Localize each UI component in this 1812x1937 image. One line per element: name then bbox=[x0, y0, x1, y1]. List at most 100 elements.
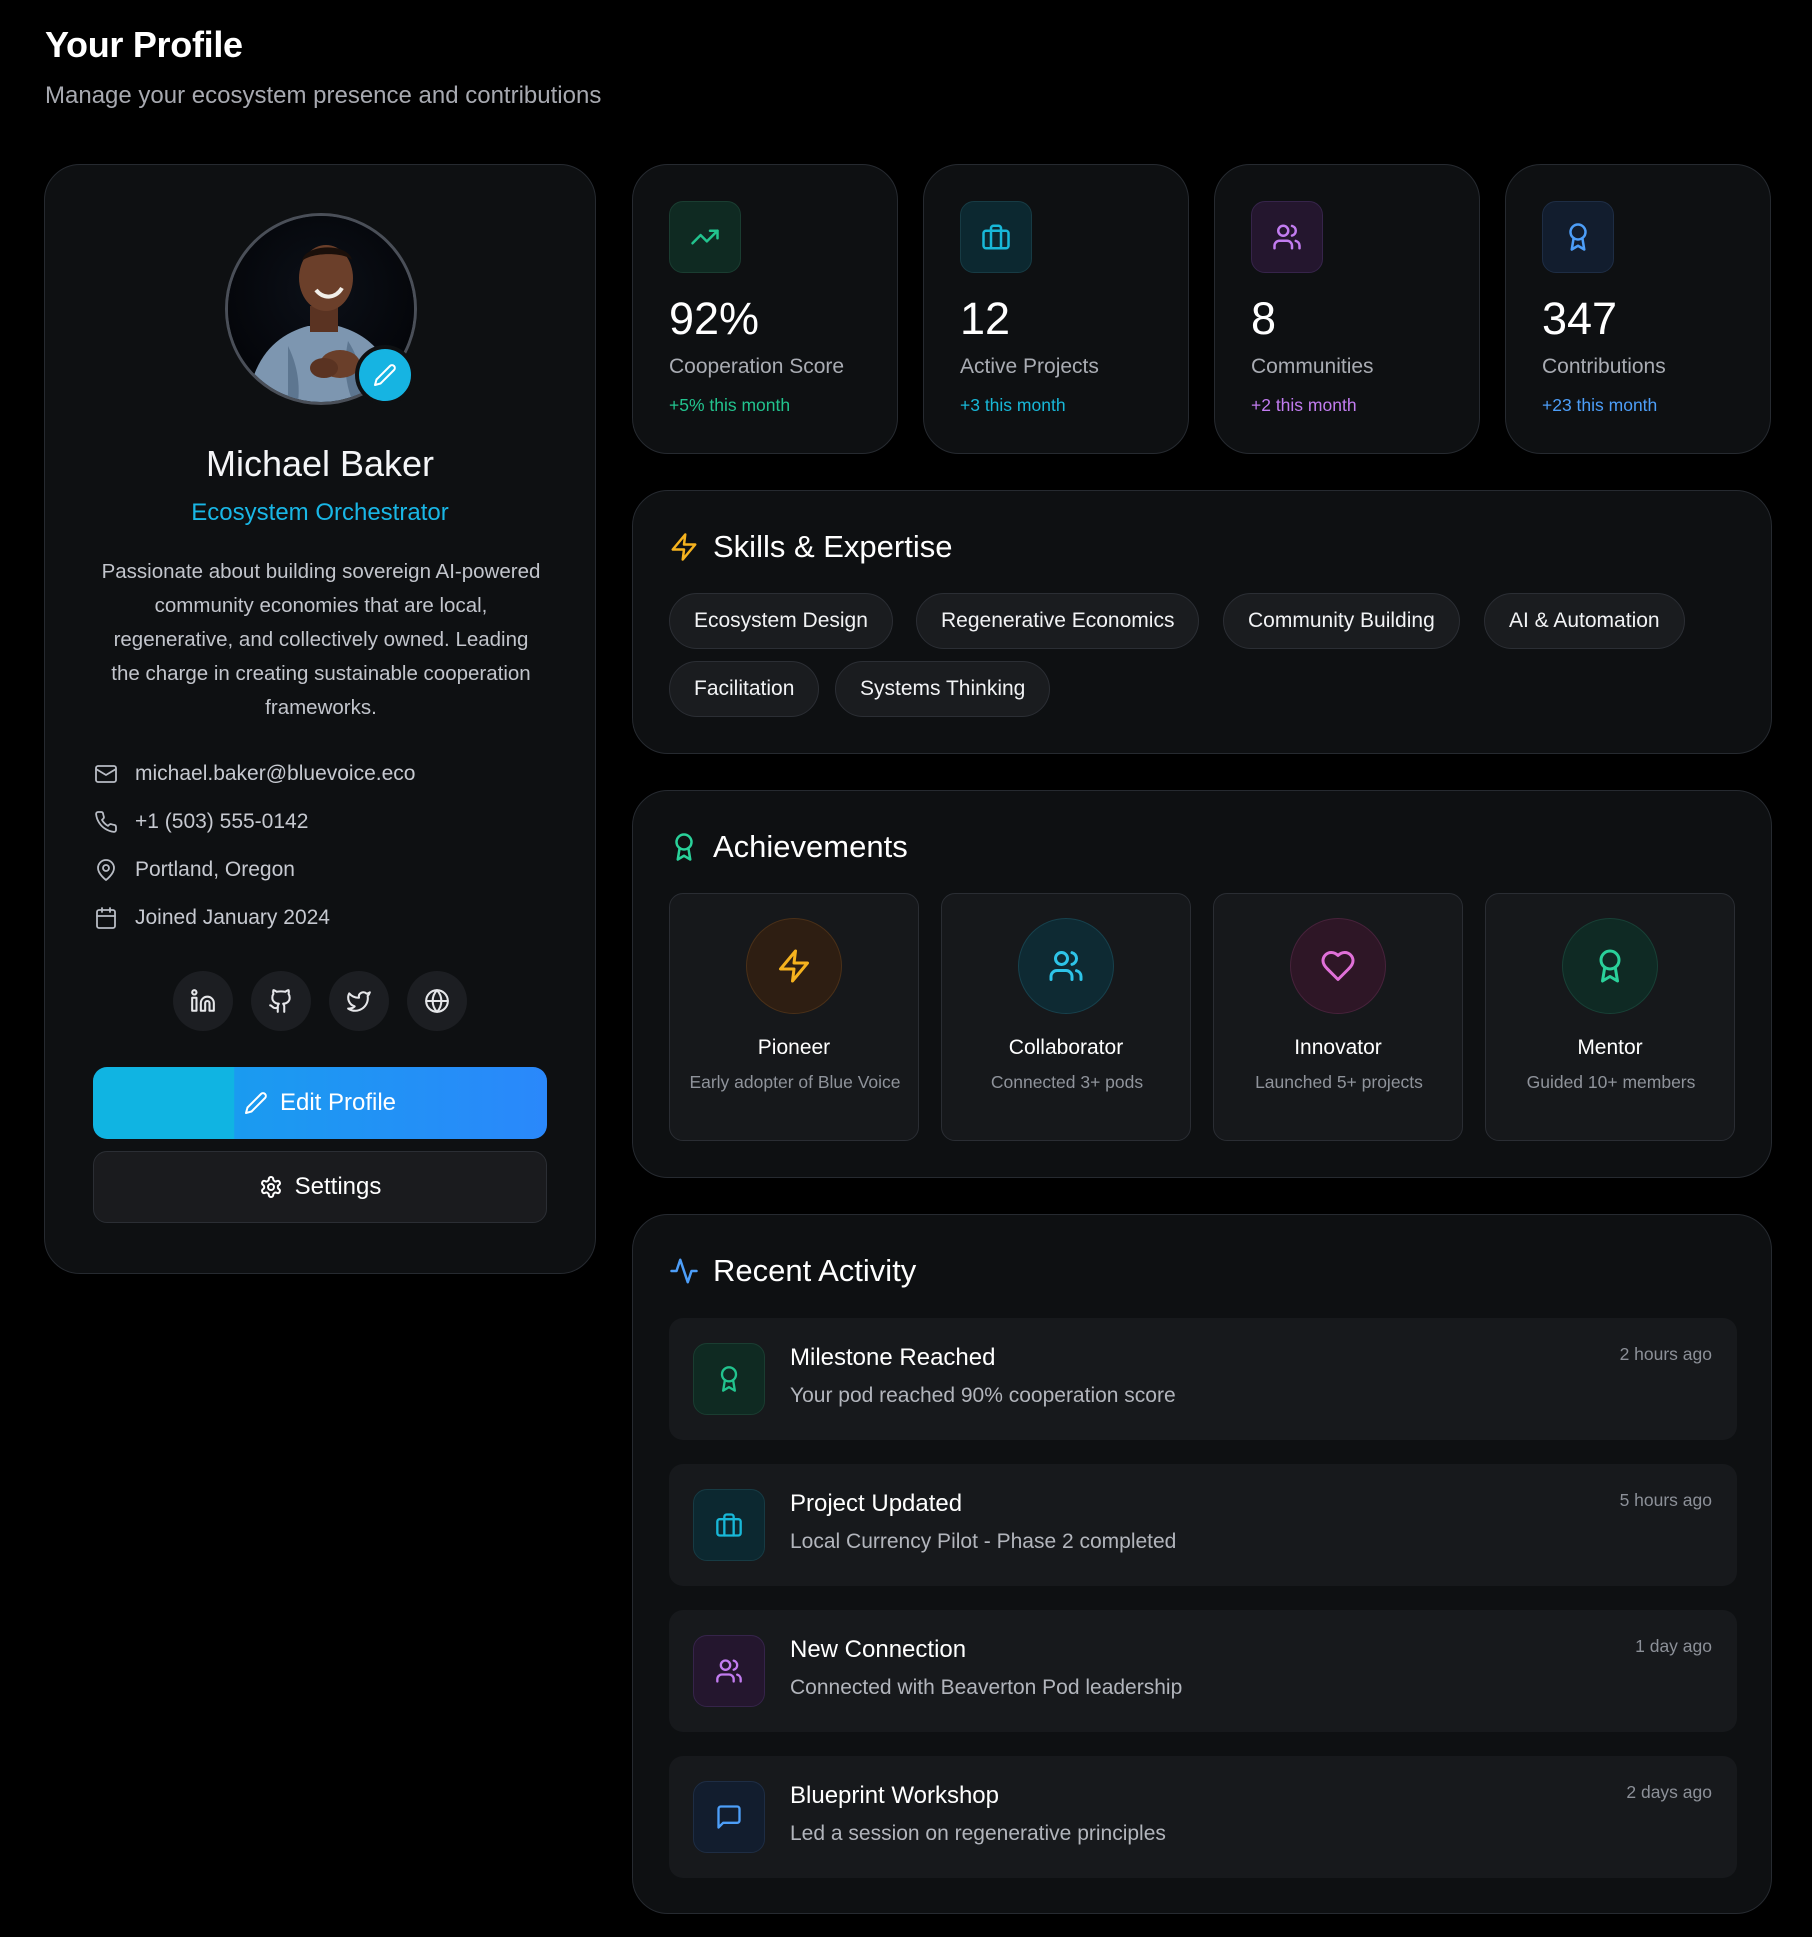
achievement-innovator[interactable]: Innovator Launched 5+ projects bbox=[1213, 893, 1463, 1141]
stat-card-contributions: 347 Contributions +23 this month bbox=[1505, 164, 1771, 454]
activity-item[interactable]: Project Updated Local Currency Pilot - P… bbox=[669, 1464, 1737, 1586]
edit-avatar-button[interactable] bbox=[355, 345, 415, 405]
achievement-pioneer[interactable]: Pioneer Early adopter of Blue Voice bbox=[669, 893, 919, 1141]
pencil-icon bbox=[244, 1091, 268, 1115]
users-icon bbox=[1018, 918, 1114, 1014]
edit-profile-label: Edit Profile bbox=[279, 1089, 397, 1116]
briefcase-icon bbox=[960, 201, 1032, 273]
stat-value: 347 bbox=[1542, 293, 1618, 344]
contact-phone[interactable]: +1 (503) 555-0142 bbox=[93, 807, 308, 837]
achievement-mentor[interactable]: Mentor Guided 10+ members bbox=[1485, 893, 1735, 1141]
stat-card-cooperation: 92% Cooperation Score +5% this month bbox=[632, 164, 898, 454]
activity-item-title: New Connection bbox=[790, 1636, 967, 1663]
skills-title: Skills & Expertise bbox=[669, 529, 952, 565]
skill-pill[interactable]: Facilitation bbox=[669, 661, 820, 717]
achievement-name: Mentor bbox=[1577, 1036, 1643, 1059]
page-subtitle: Manage your ecosystem presence and contr… bbox=[45, 82, 602, 109]
contact-email[interactable]: michael.baker@bluevoice.eco bbox=[93, 759, 415, 789]
achievement-name: Collaborator bbox=[1008, 1036, 1124, 1059]
activity-item-title: Project Updated bbox=[790, 1490, 963, 1517]
gear-icon bbox=[259, 1175, 283, 1199]
activity-icon bbox=[669, 1256, 699, 1286]
award-icon bbox=[1542, 201, 1614, 273]
activity-item-desc: Connected with Beaverton Pod leadership bbox=[790, 1676, 1183, 1699]
activity-item[interactable]: New Connection Connected with Beaverton … bbox=[669, 1610, 1737, 1732]
zap-icon bbox=[746, 918, 842, 1014]
profile-role: Ecosystem Orchestrator bbox=[191, 499, 449, 526]
zap-icon bbox=[669, 532, 699, 562]
award-icon bbox=[669, 832, 699, 862]
achievement-desc: Connected 3+ pods bbox=[990, 1072, 1144, 1092]
achievements-title: Achievements bbox=[669, 829, 908, 865]
skill-pill[interactable]: AI & Automation bbox=[1484, 593, 1685, 649]
contact-joined: Joined January 2024 bbox=[93, 903, 330, 933]
mail-icon bbox=[93, 761, 119, 787]
skills-card: Skills & Expertise Ecosystem Design Rege… bbox=[632, 490, 1772, 754]
message-square-icon bbox=[693, 1781, 765, 1853]
achievement-desc: Early adopter of Blue Voice bbox=[689, 1072, 901, 1092]
stat-value: 92% bbox=[669, 293, 760, 344]
achievements-card: Achievements Pioneer Early adopter of Bl… bbox=[632, 790, 1772, 1178]
settings-label: Settings bbox=[294, 1173, 382, 1200]
activity-card: Recent Activity Milestone Reached Your p… bbox=[632, 1214, 1772, 1914]
achievement-desc: Launched 5+ projects bbox=[1255, 1072, 1423, 1092]
users-icon bbox=[693, 1635, 765, 1707]
award-icon bbox=[1562, 918, 1658, 1014]
skill-pill[interactable]: Ecosystem Design bbox=[669, 593, 893, 649]
achievement-name: Pioneer bbox=[757, 1036, 831, 1059]
stat-label: Communities bbox=[1251, 355, 1374, 378]
linkedin-icon bbox=[190, 988, 216, 1014]
linkedin-button[interactable] bbox=[173, 971, 233, 1031]
activity-item-desc: Led a session on regenerative principles bbox=[790, 1822, 1166, 1845]
activity-item-title: Milestone Reached bbox=[790, 1344, 996, 1371]
activity-item-title: Blueprint Workshop bbox=[790, 1782, 999, 1809]
skill-pill[interactable]: Regenerative Economics bbox=[916, 593, 1200, 649]
activity-item-desc: Your pod reached 90% cooperation score bbox=[790, 1384, 1176, 1407]
settings-button[interactable]: Settings bbox=[93, 1151, 547, 1223]
stat-change: +5% this month bbox=[669, 395, 791, 415]
skill-pill[interactable]: Community Building bbox=[1223, 593, 1460, 649]
calendar-icon bbox=[93, 905, 119, 931]
heart-icon bbox=[1290, 918, 1386, 1014]
website-button[interactable] bbox=[407, 971, 467, 1031]
award-icon bbox=[693, 1343, 765, 1415]
pencil-icon bbox=[373, 363, 397, 387]
activity-item-time: 1 day ago bbox=[1635, 1636, 1712, 1656]
skill-pill[interactable]: Systems Thinking bbox=[835, 661, 1051, 717]
skills-title-text: Skills & Expertise bbox=[713, 529, 953, 564]
contact-location-text: Portland, Oregon bbox=[135, 858, 295, 881]
stat-change: +2 this month bbox=[1251, 395, 1357, 415]
edit-profile-button[interactable]: Edit Profile bbox=[93, 1067, 547, 1139]
activity-title-text: Recent Activity bbox=[713, 1253, 917, 1288]
stat-label: Contributions bbox=[1542, 355, 1666, 378]
achievement-collaborator[interactable]: Collaborator Connected 3+ pods bbox=[941, 893, 1191, 1141]
twitter-button[interactable] bbox=[329, 971, 389, 1031]
activity-item-time: 5 hours ago bbox=[1619, 1490, 1712, 1510]
phone-icon bbox=[93, 809, 119, 835]
stat-label: Active Projects bbox=[960, 355, 1099, 378]
contact-location: Portland, Oregon bbox=[93, 855, 295, 885]
contact-phone-text: +1 (503) 555-0142 bbox=[135, 810, 309, 833]
activity-title: Recent Activity bbox=[669, 1253, 916, 1289]
activity-item[interactable]: Milestone Reached Your pod reached 90% c… bbox=[669, 1318, 1737, 1440]
profile-bio: Passionate about building sovereign AI-p… bbox=[101, 560, 541, 719]
stat-label: Cooperation Score bbox=[669, 355, 845, 378]
activity-item[interactable]: Blueprint Workshop Led a session on rege… bbox=[669, 1756, 1737, 1878]
profile-name: Michael Baker bbox=[205, 443, 435, 484]
page-title: Your Profile bbox=[45, 24, 243, 65]
stat-change: +3 this month bbox=[960, 395, 1066, 415]
social-links bbox=[173, 971, 467, 1031]
github-button[interactable] bbox=[251, 971, 311, 1031]
stat-change: +23 this month bbox=[1542, 395, 1658, 415]
stat-card-communities: 8 Communities +2 this month bbox=[1214, 164, 1480, 454]
stat-value: 8 bbox=[1251, 293, 1277, 344]
github-icon bbox=[268, 988, 294, 1014]
stat-value: 12 bbox=[960, 293, 1011, 344]
contact-joined-text: Joined January 2024 bbox=[135, 906, 330, 929]
trending-up-icon bbox=[669, 201, 741, 273]
users-icon bbox=[1251, 201, 1323, 273]
briefcase-icon bbox=[693, 1489, 765, 1561]
twitter-icon bbox=[346, 988, 372, 1014]
achievements-title-text: Achievements bbox=[713, 829, 908, 864]
achievement-name: Innovator bbox=[1294, 1036, 1382, 1059]
